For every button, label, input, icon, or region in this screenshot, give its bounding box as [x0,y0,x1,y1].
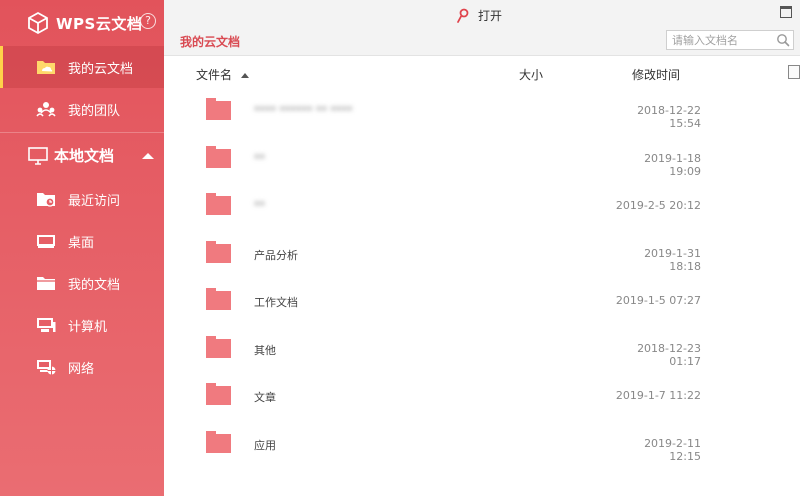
desktop-icon [36,233,56,249]
file-name: 其他 [254,343,276,357]
file-row[interactable]: 产品分析 2019-1-31 18:18 [164,231,800,279]
file-modified: 2019-1-18 19:09 [644,151,701,178]
sidebar-item-network[interactable]: 网络 [0,346,164,388]
folder-icon [206,193,231,215]
file-list: **** ****** ** **** 2018-12-22 15:54 ** … [164,88,800,468]
app-title: WPS云文档 [56,14,143,33]
wps-cloud-logo-icon [28,11,48,35]
sidebar-item-desktop[interactable]: 桌面 [0,220,164,262]
file-modified: 2019-2-11 12:15 [644,436,701,463]
top-toolbar: 打开 我的云文档 [164,0,800,56]
open-link-icon [457,8,469,23]
search-icon[interactable] [776,33,790,47]
sidebar: WPS云文档 ? 我的云文档 我的团队 本地文档 最近访问 桌面 我的文档 计算… [0,0,164,496]
file-row[interactable]: ** 2019-1-18 19:09 [164,136,800,184]
local-docs-group-header[interactable]: 本地文档 [0,132,164,178]
sidebar-item-label: 计算机 [68,319,108,335]
local-docs-group-label: 本地文档 [54,147,115,165]
column-header-modified[interactable]: 修改时间 [632,66,680,83]
file-modified: 2018-12-23 01:17 [637,341,701,368]
collapse-caret-icon[interactable] [142,153,154,159]
folder-icon [206,145,231,168]
folder-icon [206,383,231,405]
main-panel: 打开 我的云文档 文件名 大小 修改时间 **** ****** ** ****… [164,0,800,496]
sidebar-item-my-team[interactable]: 我的团队 [0,88,164,130]
file-name: ** [254,151,265,165]
column-header-name[interactable]: 文件名 [196,66,249,83]
monitor-icon [28,146,48,165]
file-modified: 2019-1-5 07:27 [615,294,701,307]
folder-icon [206,430,231,453]
file-name: **** ****** ** **** [254,104,353,117]
sidebar-item-computer[interactable]: 计算机 [0,304,164,346]
file-modified: 2019-1-31 18:18 [644,246,701,273]
sidebar-item-label: 桌面 [68,235,95,251]
file-modified: 2019-2-5 20:12 [615,199,701,212]
column-settings-icon[interactable] [788,65,800,79]
sidebar-item-my-documents[interactable]: 我的文档 [0,262,164,304]
sidebar-item-label: 我的文档 [68,277,121,293]
file-name: 文章 [254,391,276,404]
open-button-label: 打开 [478,9,503,23]
sidebar-item-label: 最近访问 [68,193,121,209]
cloud-folder-icon [36,59,56,75]
computer-icon [36,317,56,333]
file-row[interactable]: **** ****** ** **** 2018-12-22 15:54 [164,88,800,136]
help-icon[interactable]: ? [140,13,156,29]
documents-folder-icon [36,275,56,291]
sort-ascending-icon [240,73,249,78]
file-modified: 2018-12-22 15:54 [637,104,701,130]
file-row[interactable]: 文章 2019-1-7 11:22 [164,373,800,421]
file-row[interactable]: 应用 2019-2-11 12:15 [164,421,800,469]
open-button[interactable]: 打开 [456,7,502,24]
sidebar-item-recent[interactable]: 最近访问 [0,178,164,220]
folder-icon [206,335,231,358]
sidebar-item-label: 我的团队 [68,103,121,119]
file-list-header: 文件名 大小 修改时间 [164,56,800,88]
file-name: 应用 [254,438,276,452]
search-input[interactable] [666,30,794,50]
column-header-size[interactable]: 大小 [519,66,543,83]
folder-icon [206,288,231,310]
recent-folder-icon [36,191,56,207]
brand-header: WPS云文档 ? [0,0,164,46]
file-name: 产品分析 [254,248,298,262]
folder-icon [206,98,231,120]
file-modified: 2019-1-7 11:22 [615,389,701,402]
folder-icon [206,240,231,263]
network-icon [36,359,56,375]
sidebar-item-label: 网络 [68,361,95,377]
file-name: ** [254,199,265,212]
page-title: 我的云文档 [180,35,241,49]
file-row[interactable]: 其他 2018-12-23 01:17 [164,326,800,374]
sidebar-item-my-cloud-docs[interactable]: 我的云文档 [0,46,164,88]
file-row[interactable]: ** 2019-2-5 20:12 [164,183,800,231]
column-header-name-label: 文件名 [196,68,233,82]
file-name: 工作文档 [254,296,298,309]
file-row[interactable]: 工作文档 2019-1-5 07:27 [164,278,800,326]
team-icon [36,101,56,117]
maximize-window-icon[interactable] [780,6,792,18]
sidebar-item-label: 我的云文档 [68,61,134,77]
